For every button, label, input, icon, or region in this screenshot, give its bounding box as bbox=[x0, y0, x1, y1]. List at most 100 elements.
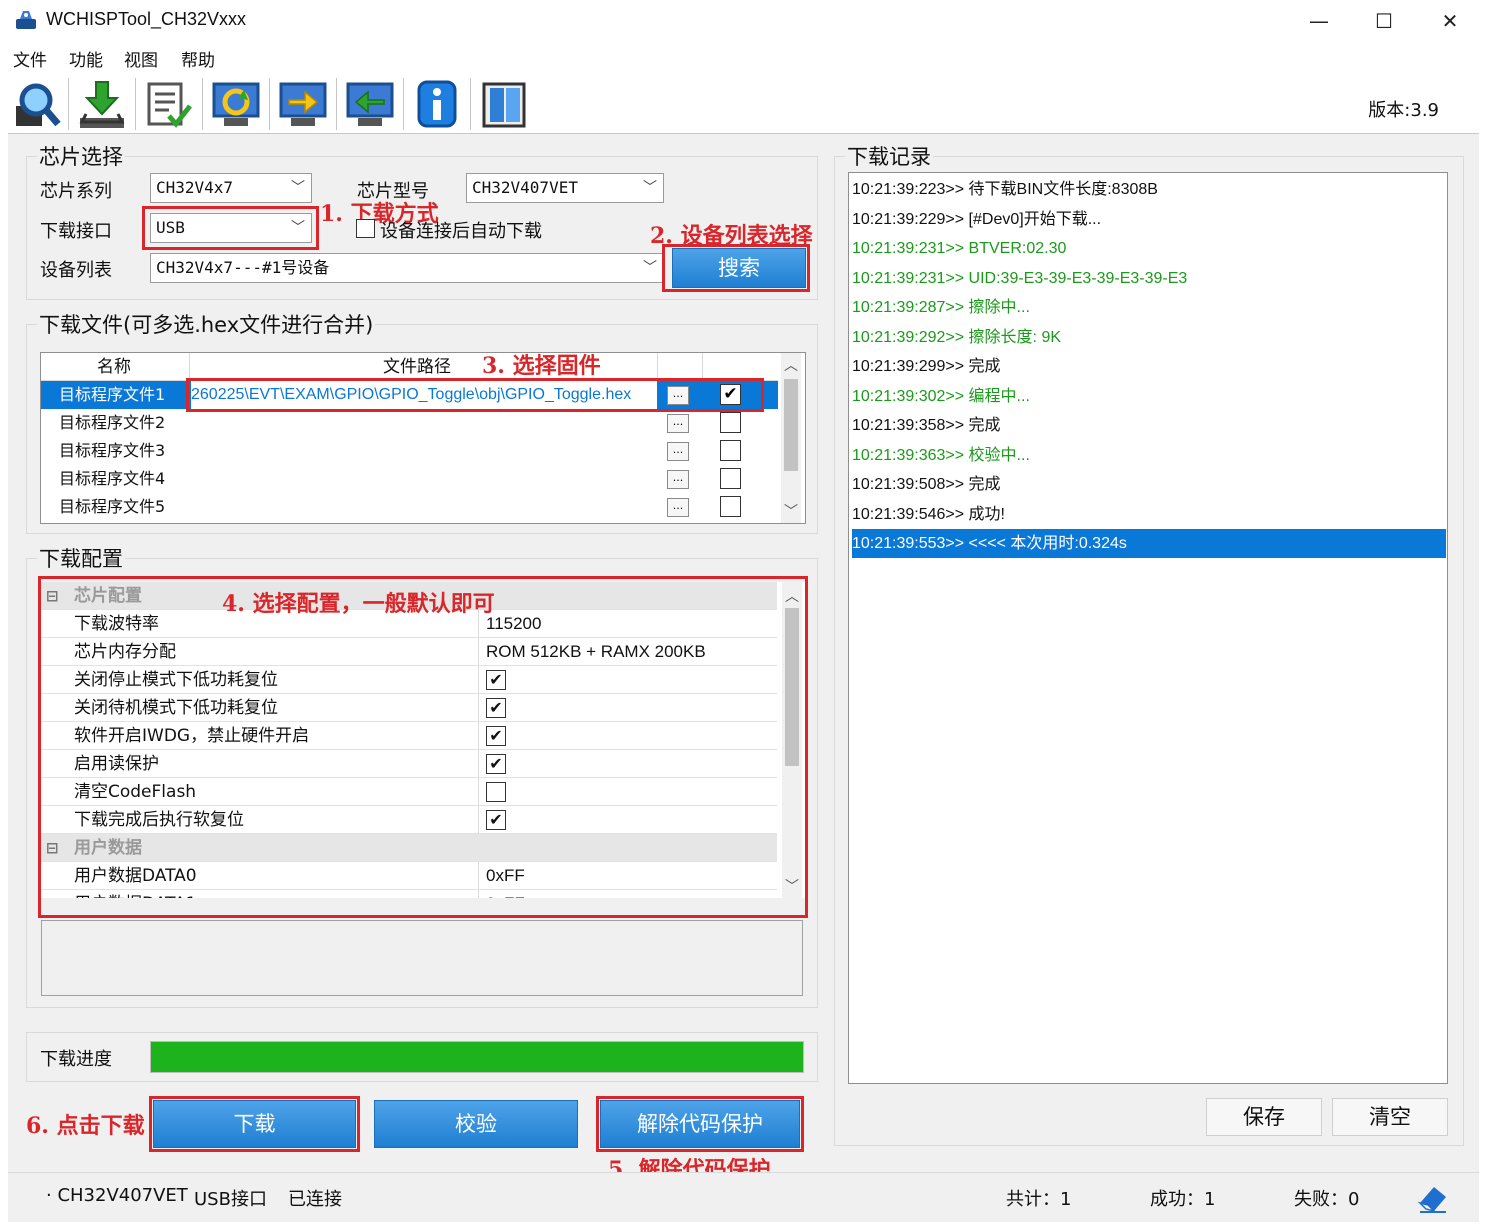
auto-download-label: 设备连接后自动下载 bbox=[380, 221, 542, 242]
file-table-header: 名称 文件路径 bbox=[41, 353, 778, 381]
log-line[interactable]: 10:21:39:302>> 编程中... bbox=[852, 382, 1446, 411]
browse-button[interactable]: ... bbox=[667, 470, 689, 489]
file-row-name: 目标程序文件1 bbox=[59, 385, 166, 404]
clear-log-button[interactable]: 清空 bbox=[1332, 1098, 1448, 1136]
manual-toolbar-button[interactable] bbox=[474, 78, 534, 132]
col-name-header[interactable]: 名称 bbox=[97, 353, 131, 381]
scroll-thumb[interactable] bbox=[784, 379, 798, 471]
log-line[interactable]: 10:21:39:229>> [#Dev0]开始下载... bbox=[852, 205, 1446, 234]
file-row-checkbox[interactable] bbox=[720, 496, 741, 517]
search-chip-button[interactable] bbox=[8, 78, 68, 132]
status-interface: USB接口 bbox=[194, 1189, 267, 1210]
status-fail: 失败：0 bbox=[1294, 1189, 1360, 1210]
download-icon bbox=[79, 81, 125, 128]
annotation-6: 6. 点击下载 bbox=[26, 1113, 145, 1139]
log-line[interactable]: 10:21:39:231>> UID:39-E3-39-E3-39-E3-39-… bbox=[852, 264, 1446, 293]
menu-help[interactable]: 帮助 bbox=[181, 46, 215, 71]
config-description-box bbox=[41, 920, 803, 996]
chevron-down-icon: ﹀ bbox=[291, 180, 305, 196]
eraser-icon[interactable] bbox=[1416, 1181, 1450, 1215]
status-connection: 已连接 bbox=[288, 1189, 342, 1210]
annotation-box-4 bbox=[38, 576, 808, 918]
file-row-checkbox[interactable] bbox=[720, 468, 741, 489]
annotation-4: 4. 选择配置，一般默认即可 bbox=[222, 591, 495, 617]
chevron-down-icon: ﹀ bbox=[643, 180, 657, 196]
log-line[interactable]: 10:21:39:223>> 待下载BIN文件长度:8308B bbox=[852, 175, 1446, 204]
import-toolbar-button[interactable] bbox=[340, 78, 400, 132]
progress-label: 下载进度 bbox=[40, 1049, 112, 1070]
auto-download-checkbox[interactable] bbox=[356, 219, 375, 238]
search-chip-icon bbox=[16, 83, 61, 127]
annotation-box-6 bbox=[149, 1096, 360, 1152]
file-row-name: 目标程序文件2 bbox=[59, 413, 166, 432]
export-icon bbox=[279, 82, 327, 126]
device-list-select[interactable]: CH32V4x7---#1号设备 ﹀ bbox=[150, 253, 664, 283]
book-icon bbox=[482, 82, 526, 128]
version-label: 版本:3.9 bbox=[1368, 100, 1439, 121]
download-toolbar-button[interactable] bbox=[72, 78, 132, 132]
chip-model-select[interactable]: CH32V407VET ﹀ bbox=[466, 173, 664, 203]
import-icon bbox=[346, 82, 394, 126]
info-icon bbox=[417, 80, 457, 128]
log-line[interactable]: 10:21:39:299>> 完成 bbox=[852, 352, 1446, 381]
status-total: 共计：1 bbox=[1006, 1189, 1072, 1210]
browse-button[interactable]: ... bbox=[667, 442, 689, 461]
verify-toolbar-button[interactable] bbox=[139, 78, 199, 132]
file-row-4[interactable]: 目标程序文件4 ... bbox=[41, 465, 778, 493]
annotation-3: 3. 选择固件 bbox=[482, 353, 601, 379]
minimize-button[interactable]: — bbox=[1289, 4, 1349, 38]
log-line[interactable]: 10:21:39:553>> <<<< 本次用时:0.324s bbox=[852, 529, 1446, 558]
log-line[interactable]: 10:21:39:546>> 成功! bbox=[852, 500, 1446, 529]
status-success: 成功：1 bbox=[1150, 1189, 1216, 1210]
verify-button[interactable]: 校验 bbox=[374, 1100, 578, 1148]
scroll-up-icon[interactable]: ︿ bbox=[781, 355, 801, 375]
log-line[interactable]: 10:21:39:231>> BTVER:02.30 bbox=[852, 234, 1446, 263]
col-path-header[interactable]: 文件路径 bbox=[383, 353, 451, 381]
log-line[interactable]: 10:21:39:292>> 擦除长度: 9K bbox=[852, 323, 1446, 352]
device-list-value: CH32V4x7---#1号设备 bbox=[156, 258, 330, 277]
file-table-scrollbar[interactable]: ︿ ﹀ bbox=[781, 353, 801, 523]
file-row-name: 目标程序文件5 bbox=[59, 497, 166, 516]
chip-series-select[interactable]: CH32V4x7 ﹀ bbox=[150, 173, 312, 203]
file-row-3[interactable]: 目标程序文件3 ... bbox=[41, 437, 778, 465]
file-row-2[interactable]: 目标程序文件2 ... bbox=[41, 409, 778, 437]
log-line[interactable]: 10:21:39:363>> 校验中... bbox=[852, 441, 1446, 470]
app-icon bbox=[16, 11, 36, 29]
browse-button[interactable]: ... bbox=[667, 498, 689, 517]
log-line[interactable]: 10:21:39:287>> 擦除中... bbox=[852, 293, 1446, 322]
log-line[interactable]: 10:21:39:508>> 完成 bbox=[852, 470, 1446, 499]
file-row-name: 目标程序文件4 bbox=[59, 469, 166, 488]
menu-bar: 文件 功能 视图 帮助 bbox=[0, 44, 1487, 72]
progress-bar bbox=[150, 1041, 804, 1073]
chip-select-title: 芯片选择 bbox=[37, 141, 125, 171]
annotation-box-3 bbox=[186, 378, 764, 412]
title-bar: WCHISPTool_CH32Vxxx — ☐ ✕ bbox=[0, 0, 1487, 42]
file-row-checkbox[interactable] bbox=[720, 440, 741, 461]
save-log-button[interactable]: 保存 bbox=[1206, 1098, 1322, 1136]
close-button[interactable]: ✕ bbox=[1420, 4, 1480, 38]
client-area: 芯片选择 芯片系列 CH32V4x7 ﹀ 芯片型号 CH32V407VET ﹀ … bbox=[8, 134, 1479, 1222]
download-config-title: 下载配置 bbox=[37, 543, 125, 573]
file-row-name: 目标程序文件3 bbox=[59, 441, 166, 460]
browse-button[interactable]: ... bbox=[667, 414, 689, 433]
status-chip: · CH32V407VET bbox=[46, 1185, 188, 1206]
file-row-checkbox[interactable] bbox=[720, 412, 741, 433]
annotation-box-2 bbox=[662, 244, 810, 292]
export-toolbar-button[interactable] bbox=[273, 78, 333, 132]
log-line[interactable]: 10:21:39:358>> 完成 bbox=[852, 411, 1446, 440]
annotation-box-1 bbox=[142, 206, 319, 250]
menu-function[interactable]: 功能 bbox=[69, 46, 103, 71]
scroll-down-icon[interactable]: ﹀ bbox=[781, 501, 801, 521]
file-row-5[interactable]: 目标程序文件5 ... bbox=[41, 493, 778, 521]
download-files-title: 下载文件(可多选.hex文件进行合并) bbox=[37, 309, 376, 339]
menu-file[interactable]: 文件 bbox=[13, 46, 47, 71]
chip-model-value: CH32V407VET bbox=[472, 178, 578, 197]
maximize-button[interactable]: ☐ bbox=[1354, 4, 1414, 38]
progress-fill bbox=[151, 1042, 803, 1072]
refresh-icon bbox=[212, 82, 260, 126]
info-toolbar-button[interactable] bbox=[407, 78, 467, 132]
refresh-toolbar-button[interactable] bbox=[206, 78, 266, 132]
device-list-label: 设备列表 bbox=[40, 260, 112, 281]
log-list[interactable]: 10:21:39:223>> 待下载BIN文件长度:8308B 10:21:39:… bbox=[848, 172, 1448, 1084]
menu-view[interactable]: 视图 bbox=[124, 46, 158, 71]
